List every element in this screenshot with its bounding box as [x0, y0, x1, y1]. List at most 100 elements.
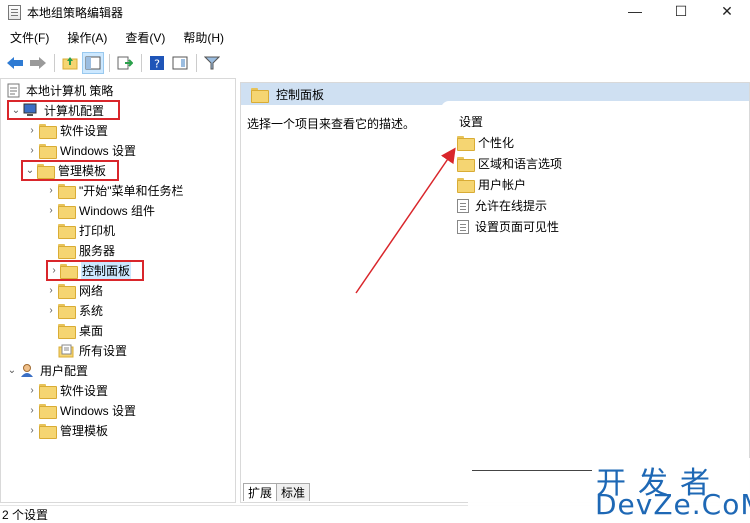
- svg-text:?: ?: [154, 57, 160, 70]
- tab-standard[interactable]: 标准: [276, 483, 311, 501]
- settings-item-label: 用户帐户: [478, 178, 527, 192]
- folder-icon: [58, 244, 76, 259]
- tree-item-computer-config[interactable]: ⌄ 计算机配置: [7, 100, 120, 120]
- toolbar-separator: [141, 53, 142, 72]
- tree-label: 服务器: [79, 244, 116, 258]
- tree-item-start-menu[interactable]: › "开始"菜单和任务栏: [44, 181, 184, 200]
- filter-icon[interactable]: [201, 52, 223, 74]
- window-controls: — ☐ ✕: [612, 0, 750, 22]
- tree-label: 软件设置: [60, 384, 109, 398]
- tree-item-windows-components[interactable]: › Windows 组件: [44, 201, 155, 220]
- tree-label: 控制面板: [81, 262, 132, 279]
- settings-item-label: 个性化: [478, 136, 515, 150]
- watermark: 开发者 DevZe.CoM: [468, 458, 750, 523]
- chevron-right-icon[interactable]: ›: [48, 261, 60, 280]
- tree-label: 网络: [79, 284, 104, 298]
- tree-item-user-windows-settings[interactable]: › Windows 设置: [25, 401, 136, 420]
- tree-label: Windows 设置: [60, 144, 137, 158]
- setting-page-icon: [457, 219, 469, 234]
- maximize-button[interactable]: ☐: [658, 0, 704, 22]
- settings-item-personalization[interactable]: 个性化: [457, 133, 514, 152]
- tree-label: 用户配置: [40, 364, 89, 378]
- tree-label: 软件设置: [60, 124, 109, 138]
- toolbar-separator: [109, 53, 110, 72]
- folder-icon: [39, 424, 57, 439]
- show-hide-tree-icon[interactable]: [82, 51, 104, 74]
- tree-label: 系统: [79, 304, 104, 318]
- folder-icon: [58, 324, 76, 339]
- user-icon: [19, 363, 35, 379]
- back-arrow-icon[interactable]: [4, 52, 26, 74]
- tree-item-server[interactable]: 服务器: [58, 241, 115, 260]
- chevron-right-icon[interactable]: ›: [44, 281, 58, 300]
- watermark-en: DevZe.CoM: [595, 488, 750, 521]
- folder-icon: [60, 264, 78, 279]
- tree-label: 计算机配置: [44, 103, 105, 118]
- tree-item-desktop[interactable]: 桌面: [58, 321, 103, 340]
- tree-item-system[interactable]: › 系统: [44, 301, 103, 320]
- settings-item-regional-language[interactable]: 区域和语言选项: [457, 154, 562, 173]
- details-panel: 控制面板 选择一个项目来查看它的描述。 设置 个性化 区域和语言选项 用户帐户 …: [240, 82, 750, 503]
- gpedit-app-icon: [8, 4, 21, 20]
- tree-label: 桌面: [79, 324, 104, 338]
- tree-item-software-settings[interactable]: › 软件设置: [25, 121, 108, 140]
- tree-label: "开始"菜单和任务栏: [79, 184, 184, 198]
- close-button[interactable]: ✕: [704, 0, 750, 22]
- menu-view[interactable]: 查看(V): [115, 29, 173, 46]
- tab-extended[interactable]: 扩展: [243, 483, 278, 501]
- tree-item-control-panel[interactable]: › 控制面板: [46, 260, 144, 281]
- folder-icon: [39, 384, 57, 399]
- tree-item-user-admin-templates[interactable]: › 管理模板: [25, 421, 108, 440]
- folder-open-icon: [37, 164, 55, 179]
- tree-item-all-settings[interactable]: 所有设置: [58, 341, 127, 360]
- tree-item-admin-templates[interactable]: ⌄ 管理模板: [21, 160, 119, 181]
- forward-arrow-icon[interactable]: [27, 52, 49, 74]
- tree-item-local-computer-policy[interactable]: 本地计算机 策略: [5, 81, 113, 100]
- setting-page-icon: [457, 198, 469, 213]
- all-settings-icon: [58, 343, 74, 359]
- chevron-right-icon[interactable]: ›: [25, 421, 39, 440]
- chevron-right-icon[interactable]: ›: [25, 141, 39, 160]
- help-icon[interactable]: ?: [146, 52, 168, 74]
- header-curve: [441, 101, 749, 111]
- menu-file[interactable]: 文件(F): [0, 29, 57, 46]
- description-text: 选择一个项目来查看它的描述。: [247, 117, 416, 131]
- tree-label: 所有设置: [79, 344, 128, 358]
- settings-item-page-visibility[interactable]: 设置页面可见性: [457, 217, 559, 236]
- export-list-icon[interactable]: [114, 52, 136, 74]
- chevron-right-icon[interactable]: ›: [44, 181, 58, 200]
- tree-item-user-software-settings[interactable]: › 软件设置: [25, 381, 108, 400]
- settings-column-header[interactable]: 设置: [459, 113, 483, 130]
- menu-bar: 文件(F) 操作(A) 查看(V) 帮助(H): [0, 26, 232, 48]
- menu-help[interactable]: 帮助(H): [173, 29, 232, 46]
- chevron-right-icon[interactable]: ›: [25, 401, 39, 420]
- folder-icon: [58, 284, 76, 299]
- window-title: 本地组策略编辑器: [27, 5, 124, 20]
- chevron-down-icon[interactable]: ⌄: [9, 101, 23, 120]
- tree-label: 管理模板: [58, 164, 107, 178]
- chevron-down-icon[interactable]: ⌄: [5, 361, 19, 380]
- chevron-right-icon[interactable]: ›: [25, 381, 39, 400]
- folder-icon: [39, 124, 57, 139]
- toolbar-separator: [54, 53, 55, 72]
- tree-item-printers[interactable]: 打印机: [58, 221, 115, 240]
- tree-panel: 本地计算机 策略 ⌄ 计算机配置 › 软件设置 › Windows 设置 ⌄ 管…: [0, 78, 236, 503]
- tree-item-windows-settings[interactable]: › Windows 设置: [25, 141, 136, 160]
- menu-action[interactable]: 操作(A): [57, 29, 115, 46]
- folder-icon: [457, 157, 475, 172]
- chevron-right-icon[interactable]: ›: [25, 121, 39, 140]
- properties-pane-icon[interactable]: [169, 52, 191, 74]
- chevron-right-icon[interactable]: ›: [44, 201, 58, 220]
- minimize-button[interactable]: —: [612, 0, 658, 22]
- tree-label: 本地计算机 策略: [26, 84, 114, 98]
- folder-icon: [251, 87, 269, 103]
- tree-item-network[interactable]: › 网络: [44, 281, 103, 300]
- settings-item-user-accounts[interactable]: 用户帐户: [457, 175, 526, 194]
- tree-item-user-config[interactable]: ⌄ 用户配置: [5, 361, 88, 380]
- chevron-down-icon[interactable]: ⌄: [23, 161, 37, 180]
- toolbar-separator: [196, 53, 197, 72]
- folder-icon: [457, 136, 475, 151]
- chevron-right-icon[interactable]: ›: [44, 301, 58, 320]
- settings-item-online-tips[interactable]: 允许在线提示: [457, 196, 547, 215]
- up-folder-icon[interactable]: [59, 52, 81, 74]
